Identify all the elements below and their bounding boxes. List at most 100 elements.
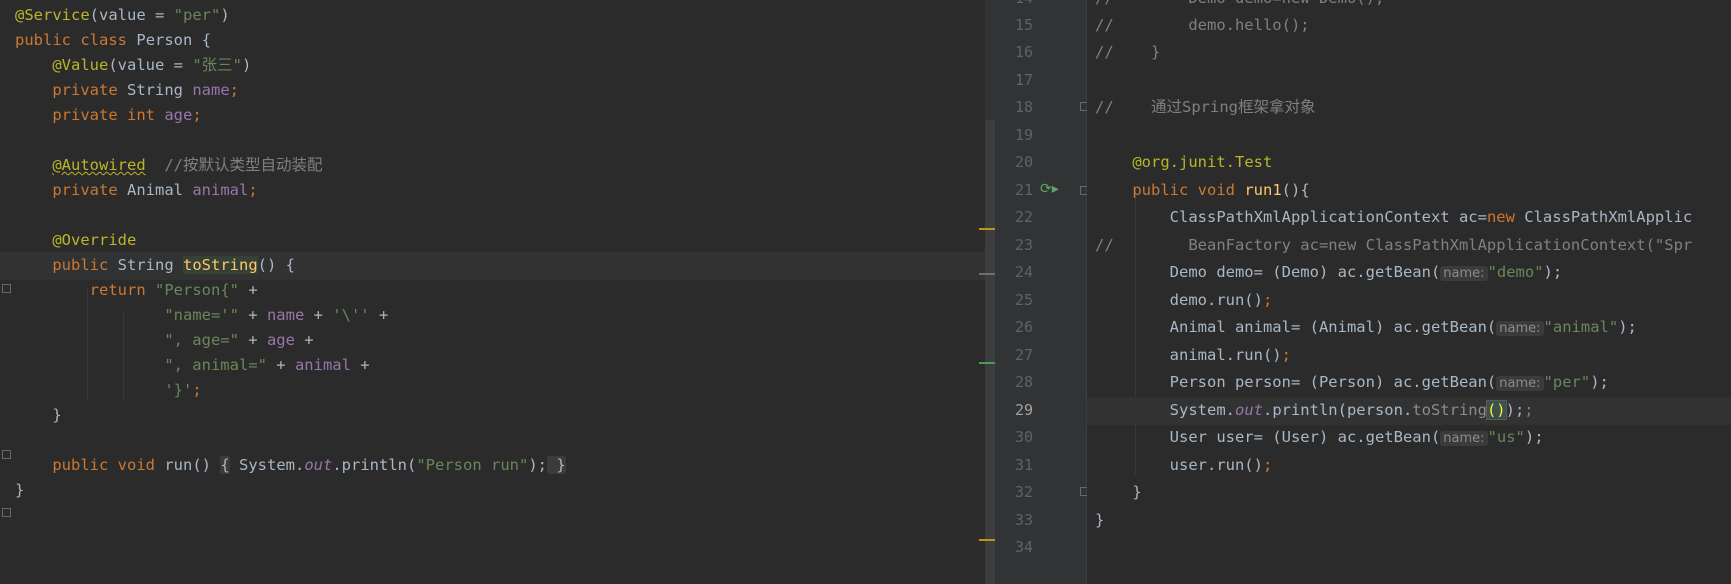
code-line-31[interactable]: user.run();: [1087, 452, 1731, 480]
keyword: public: [15, 31, 71, 49]
keyword: int: [127, 106, 155, 124]
string-literal: "animal": [1543, 318, 1619, 336]
scroll-warning-mark[interactable]: [979, 228, 995, 230]
code-line-33[interactable]: }: [1087, 507, 1731, 535]
parameter-hint: name:: [1440, 431, 1488, 446]
code-text: User user= (User) ac.getBean(: [1169, 428, 1441, 446]
type-name: String: [127, 81, 183, 99]
code-line-20[interactable]: @org.junit.Test: [1087, 149, 1731, 177]
fold-icon[interactable]: [2, 450, 11, 459]
code-line-5[interactable]: private int age;: [0, 102, 985, 130]
static-field: out: [304, 456, 333, 474]
type-name: String: [117, 256, 174, 274]
code-line-28[interactable]: Person person= (Person) ac.getBean(name:…: [1087, 369, 1731, 397]
code-line-19[interactable]: public void run() { System.out.println("…: [0, 452, 985, 480]
folded-region-end[interactable]: }: [547, 456, 566, 474]
line-number: 25: [1014, 291, 1033, 309]
code-line-2[interactable]: public class Person {: [0, 27, 985, 55]
code-line-16[interactable]: // }: [1087, 39, 1731, 67]
code-line-25[interactable]: demo.run();: [1087, 287, 1731, 315]
left-scrollbar-thumb[interactable]: [985, 120, 995, 584]
run-test-icon[interactable]: ⟳▸: [1040, 180, 1059, 198]
code-line-32[interactable]: }: [1087, 479, 1731, 507]
right-editor[interactable]: // Demo demo=new Demo(); // demo.hello()…: [1087, 0, 1731, 584]
keyword: private: [52, 106, 118, 124]
operator: +: [238, 331, 267, 349]
string-literal: "us": [1487, 428, 1525, 446]
line-number: 34: [1014, 538, 1033, 556]
code-line-4[interactable]: private String name;: [0, 77, 985, 105]
code-line-7[interactable]: @Autowired //按默认类型自动装配: [0, 152, 985, 180]
code-line-8[interactable]: private Animal animal;: [0, 177, 985, 205]
line-number: 24: [1014, 263, 1033, 281]
code-line-16[interactable]: '}';: [0, 377, 985, 405]
field-name: name: [192, 81, 230, 99]
fold-icon[interactable]: [2, 284, 11, 293]
code-line-14[interactable]: ", age=" + age +: [0, 327, 985, 355]
line-number: 19: [1014, 126, 1033, 144]
code-line-15[interactable]: // demo.hello();: [1087, 12, 1731, 40]
code-line-17[interactable]: }: [0, 402, 985, 430]
code-line-13[interactable]: "name='" + name + '\'' +: [0, 302, 985, 330]
code-line-3[interactable]: @Value(value = "张三"): [0, 52, 985, 80]
field-name: animal: [294, 356, 351, 374]
scroll-change-mark[interactable]: [979, 362, 995, 364]
folded-region-start[interactable]: {: [220, 456, 230, 474]
code-text: user.run(): [1169, 456, 1263, 474]
keyword: void: [117, 456, 155, 474]
line-number: 31: [1014, 456, 1033, 474]
code-line-22[interactable]: ClassPathXmlApplicationContext ac=new Cl…: [1087, 204, 1731, 232]
fold-icon[interactable]: [2, 508, 11, 517]
left-editor[interactable]: @Service(value = "per") public class Per…: [0, 0, 985, 584]
code-line-21[interactable]: public void run1(){: [1087, 177, 1731, 205]
parameter-hint: name:: [1496, 376, 1544, 391]
class-name: Person: [136, 31, 193, 49]
semicolon: ;: [248, 181, 258, 199]
code-line-10[interactable]: @Override: [0, 227, 985, 255]
semicolon: ;: [229, 81, 240, 99]
code-line-23[interactable]: // BeanFactory ac=new ClassPathXmlApplic…: [1087, 232, 1731, 260]
line-number: 22: [1014, 208, 1033, 226]
semicolon: ;: [192, 106, 202, 124]
keyword: void: [1197, 181, 1235, 199]
code-line-26[interactable]: Animal animal= (Animal) ac.getBean(name:…: [1087, 314, 1731, 342]
annotation: @Value: [52, 56, 109, 74]
string-literal: "per": [1543, 373, 1591, 391]
code-line-27[interactable]: animal.run();: [1087, 342, 1731, 370]
operator: +: [350, 356, 370, 374]
code-text: (){: [1281, 181, 1310, 199]
scroll-warning-mark[interactable]: [979, 539, 995, 541]
line-number: 30: [1014, 428, 1033, 446]
code-text: (): [192, 456, 221, 474]
code-text: Person person= (Person) ac.getBean(: [1169, 373, 1497, 391]
brace: }: [52, 406, 62, 424]
line-number: 26: [1014, 318, 1033, 336]
code-line-12[interactable]: return "Person{" +: [0, 277, 985, 305]
field-name: age: [266, 331, 295, 349]
code-text: () {: [257, 256, 295, 274]
keyword: class: [80, 31, 128, 49]
code-text: .println(: [332, 456, 417, 474]
scroll-mark[interactable]: [979, 273, 995, 275]
line-number: 15: [1014, 16, 1033, 34]
code-line-30[interactable]: User user= (User) ac.getBean(name: "us");: [1087, 424, 1731, 452]
code-line-15[interactable]: ", animal=" + animal +: [0, 352, 985, 380]
string-literal: ", animal=": [164, 356, 267, 374]
code-line-18[interactable]: // 通过Spring框架拿对象: [1087, 94, 1731, 122]
code-line-1[interactable]: @Service(value = "per"): [0, 2, 985, 30]
field-name: age: [164, 106, 193, 124]
code-line-11-current[interactable]: public String toString() {: [0, 252, 985, 280]
code-line-24[interactable]: Demo demo= (Demo) ac.getBean(name: "demo"…: [1087, 259, 1731, 287]
code-line-29-current[interactable]: System.out.println(person.toString());;: [1087, 397, 1731, 425]
annotation: @Override: [52, 231, 137, 249]
annotation: @Autowired: [52, 156, 146, 174]
operator: +: [304, 306, 333, 324]
line-number: 21: [1014, 181, 1033, 199]
line-number-current: 29: [1014, 401, 1033, 419]
comment: //按默认类型自动装配: [164, 156, 323, 174]
redundant-semicolon: ;: [1524, 401, 1534, 419]
code-line-14[interactable]: // Demo demo=new Demo();: [1087, 0, 1731, 13]
line-number: 20: [1014, 153, 1033, 171]
semicolon: ;: [192, 381, 202, 399]
code-line-20[interactable]: }: [0, 477, 985, 505]
